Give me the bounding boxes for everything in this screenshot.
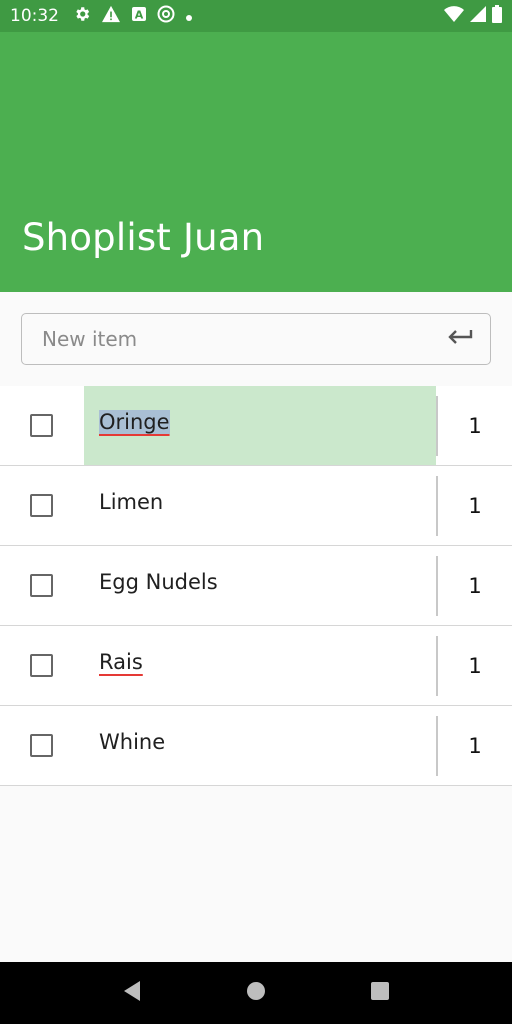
item-quantity[interactable]: 1 — [438, 546, 512, 625]
item-checkbox[interactable] — [30, 574, 53, 597]
add-item-button[interactable] — [430, 314, 490, 364]
page-title: Shoplist Juan — [22, 216, 265, 259]
status-icons-right — [444, 5, 502, 27]
item-checkbox[interactable] — [30, 734, 53, 757]
list-item: Oringe 1 — [0, 386, 512, 466]
list-item: Limen 1 — [0, 466, 512, 546]
item-checkbox[interactable] — [30, 654, 53, 677]
at-sign-icon — [157, 5, 175, 27]
item-name-field[interactable]: Whine — [84, 706, 436, 785]
item-name-field[interactable]: Rais — [84, 626, 436, 705]
back-icon[interactable] — [122, 980, 142, 1006]
home-icon[interactable] — [246, 981, 266, 1005]
signal-icon — [470, 6, 486, 26]
item-checkbox[interactable] — [30, 414, 53, 437]
shopping-list: Oringe 1 Limen 1 Egg Nudels 1 Rais 1 Whi… — [0, 386, 512, 786]
list-item: Egg Nudels 1 — [0, 546, 512, 626]
recents-icon[interactable] — [370, 981, 390, 1005]
status-icons-left: A — [73, 5, 193, 27]
status-bar: 10:32 A — [0, 0, 512, 32]
warning-icon — [101, 5, 121, 27]
status-time: 10:32 — [10, 6, 59, 26]
a-box-icon: A — [131, 6, 147, 26]
item-quantity[interactable]: 1 — [438, 706, 512, 785]
item-name: Oringe — [99, 410, 170, 434]
item-name: Limen — [99, 490, 164, 514]
app-bar: Shoplist Juan — [0, 32, 512, 292]
item-name-field[interactable]: Oringe — [84, 386, 436, 465]
item-name: Egg Nudels — [99, 570, 218, 594]
item-name: Rais — [99, 650, 143, 674]
item-name-field[interactable]: Limen — [84, 466, 436, 545]
enter-icon — [446, 328, 474, 350]
dot-icon — [185, 7, 193, 26]
item-quantity[interactable]: 1 — [438, 466, 512, 545]
item-checkbox[interactable] — [30, 494, 53, 517]
gear-icon — [73, 5, 91, 27]
svg-text:A: A — [135, 9, 144, 22]
new-item-field — [21, 313, 491, 365]
item-name-field[interactable]: Egg Nudels — [84, 546, 436, 625]
battery-icon — [492, 5, 502, 27]
new-item-input[interactable] — [22, 314, 430, 364]
wifi-icon — [444, 6, 464, 26]
list-item: Rais 1 — [0, 626, 512, 706]
navigation-bar — [0, 962, 512, 1024]
list-item: Whine 1 — [0, 706, 512, 786]
item-quantity[interactable]: 1 — [438, 626, 512, 705]
item-quantity[interactable]: 1 — [438, 386, 512, 465]
item-name: Whine — [99, 730, 166, 754]
